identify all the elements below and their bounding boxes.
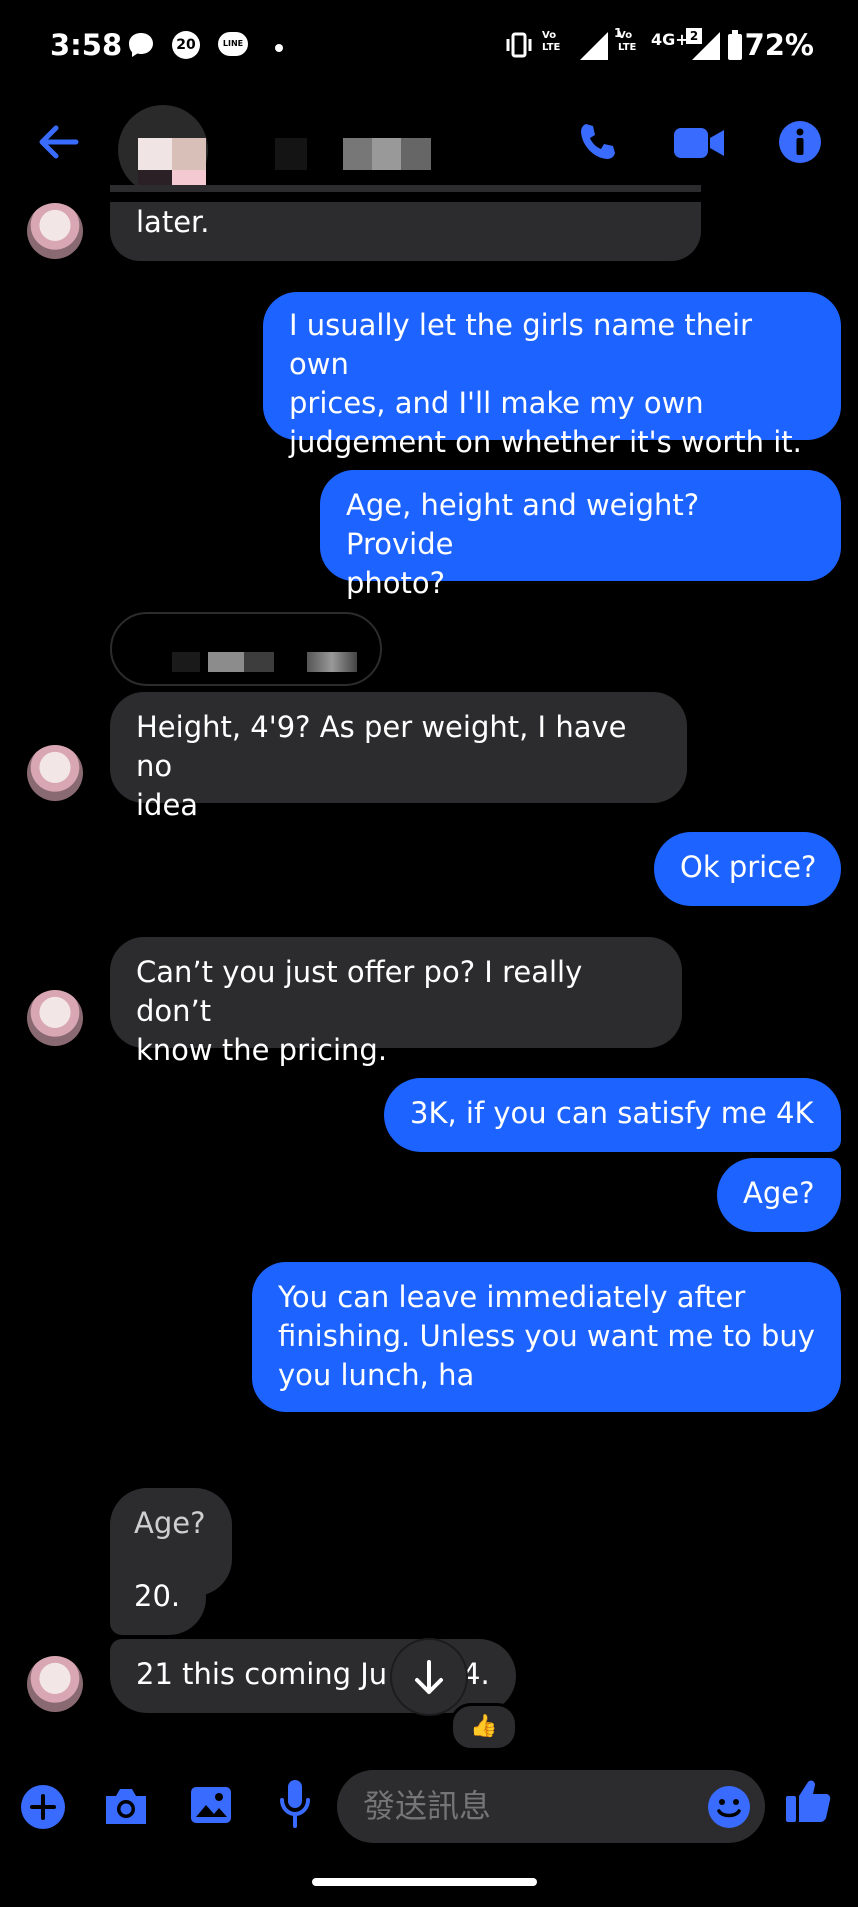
message-bubble-incoming[interactable]: Can’t you just offer po? I really don’t … — [110, 937, 682, 1067]
contact-avatar-small[interactable] — [27, 745, 83, 801]
message-line: prices, and I'll make my own — [289, 386, 704, 420]
redacted-name-1 — [275, 138, 307, 170]
phone-icon[interactable] — [576, 120, 620, 164]
volte-icon-2: Vo LTE — [618, 30, 637, 53]
message-line: You can leave immediately after — [278, 1280, 746, 1314]
message-text: Age? — [743, 1176, 815, 1210]
message-text: Age? — [134, 1506, 206, 1540]
battery-percentage: 72% — [744, 28, 814, 62]
message-text: 3K, if you can satisfy me 4K — [410, 1096, 814, 1130]
message-line: you lunch, ha — [278, 1358, 475, 1392]
vibrate-icon — [506, 32, 532, 58]
thumbs-up-icon[interactable] — [784, 1776, 832, 1826]
contact-avatar-small[interactable] — [27, 990, 83, 1046]
arrow-down-icon — [415, 1660, 443, 1694]
message-line: Can’t you just offer po? I really don’t — [136, 955, 583, 1028]
message-bubble-incoming[interactable]: 20. — [110, 1561, 206, 1635]
message-bubble-outgoing[interactable]: 3K, if you can satisfy me 4K — [384, 1078, 841, 1152]
back-arrow-icon[interactable] — [36, 122, 80, 162]
scroll-to-bottom-button[interactable] — [392, 1640, 466, 1714]
replied-message-preview[interactable] — [110, 612, 382, 686]
thumbs-up-reaction-icon: 👍 — [470, 1714, 498, 1739]
message-line: judgement on whether it's worth it. — [289, 425, 802, 459]
message-text-tail: 4. — [462, 1657, 490, 1691]
message-input[interactable] — [363, 1770, 693, 1843]
messenger-notification-icon — [129, 33, 153, 57]
message-bubble-outgoing[interactable]: Age? — [717, 1158, 841, 1232]
app-badge-icon: 20 — [172, 31, 200, 59]
home-indicator[interactable] — [312, 1878, 537, 1886]
plus-icon[interactable] — [20, 1784, 66, 1830]
video-camera-icon[interactable] — [672, 124, 726, 162]
reaction-badge[interactable]: 👍 — [450, 1703, 518, 1751]
redacted-name-2 — [343, 138, 431, 170]
info-icon[interactable] — [778, 120, 822, 164]
signal-sim2-icon — [692, 32, 720, 60]
microphone-icon[interactable] — [278, 1778, 312, 1830]
message-text: Ok price? — [680, 850, 817, 884]
contact-avatar-small[interactable] — [27, 1656, 83, 1712]
battery-icon — [728, 30, 742, 60]
message-line: photo? — [346, 566, 446, 600]
message-bubble-outgoing[interactable]: Ok price? — [654, 832, 841, 906]
redacted-avatar — [138, 138, 206, 190]
gallery-icon[interactable] — [189, 1783, 233, 1827]
volte-icon: Vo LTE — [542, 30, 561, 53]
more-notifications-dot — [275, 44, 283, 52]
message-line: idea — [136, 788, 199, 822]
message-line: Age, height and weight? Provide — [346, 488, 700, 561]
contact-avatar-small[interactable] — [27, 203, 83, 259]
line-app-icon: LINE — [218, 32, 248, 56]
message-line: I usually let the girls name their own — [289, 308, 753, 381]
message-composer[interactable] — [337, 1770, 765, 1843]
camera-icon[interactable] — [102, 1784, 150, 1828]
message-bubble-incoming[interactable]: Height, 4'9? As per weight, I have no id… — [110, 692, 687, 822]
header-divider — [0, 192, 858, 202]
emoji-icon[interactable] — [707, 1785, 751, 1829]
signal-sim1-icon — [580, 32, 608, 60]
message-line: finishing. Unless you want me to buy — [278, 1319, 815, 1353]
message-text: 20. — [134, 1579, 181, 1613]
message-bubble-outgoing[interactable]: Age, height and weight? Provide photo? — [320, 470, 841, 600]
message-line: Height, 4'9? As per weight, I have no — [136, 710, 627, 783]
message-text: later. — [136, 205, 210, 239]
message-text: 21 this coming Ju — [136, 1657, 388, 1691]
message-bubble-outgoing[interactable]: I usually let the girls name their own p… — [263, 292, 841, 459]
network-type: 4G+ — [651, 30, 689, 49]
status-time: 3:58 — [50, 28, 123, 62]
message-bubble-outgoing[interactable]: You can leave immediately after finishin… — [252, 1262, 841, 1412]
message-line: know the pricing. — [136, 1033, 388, 1067]
